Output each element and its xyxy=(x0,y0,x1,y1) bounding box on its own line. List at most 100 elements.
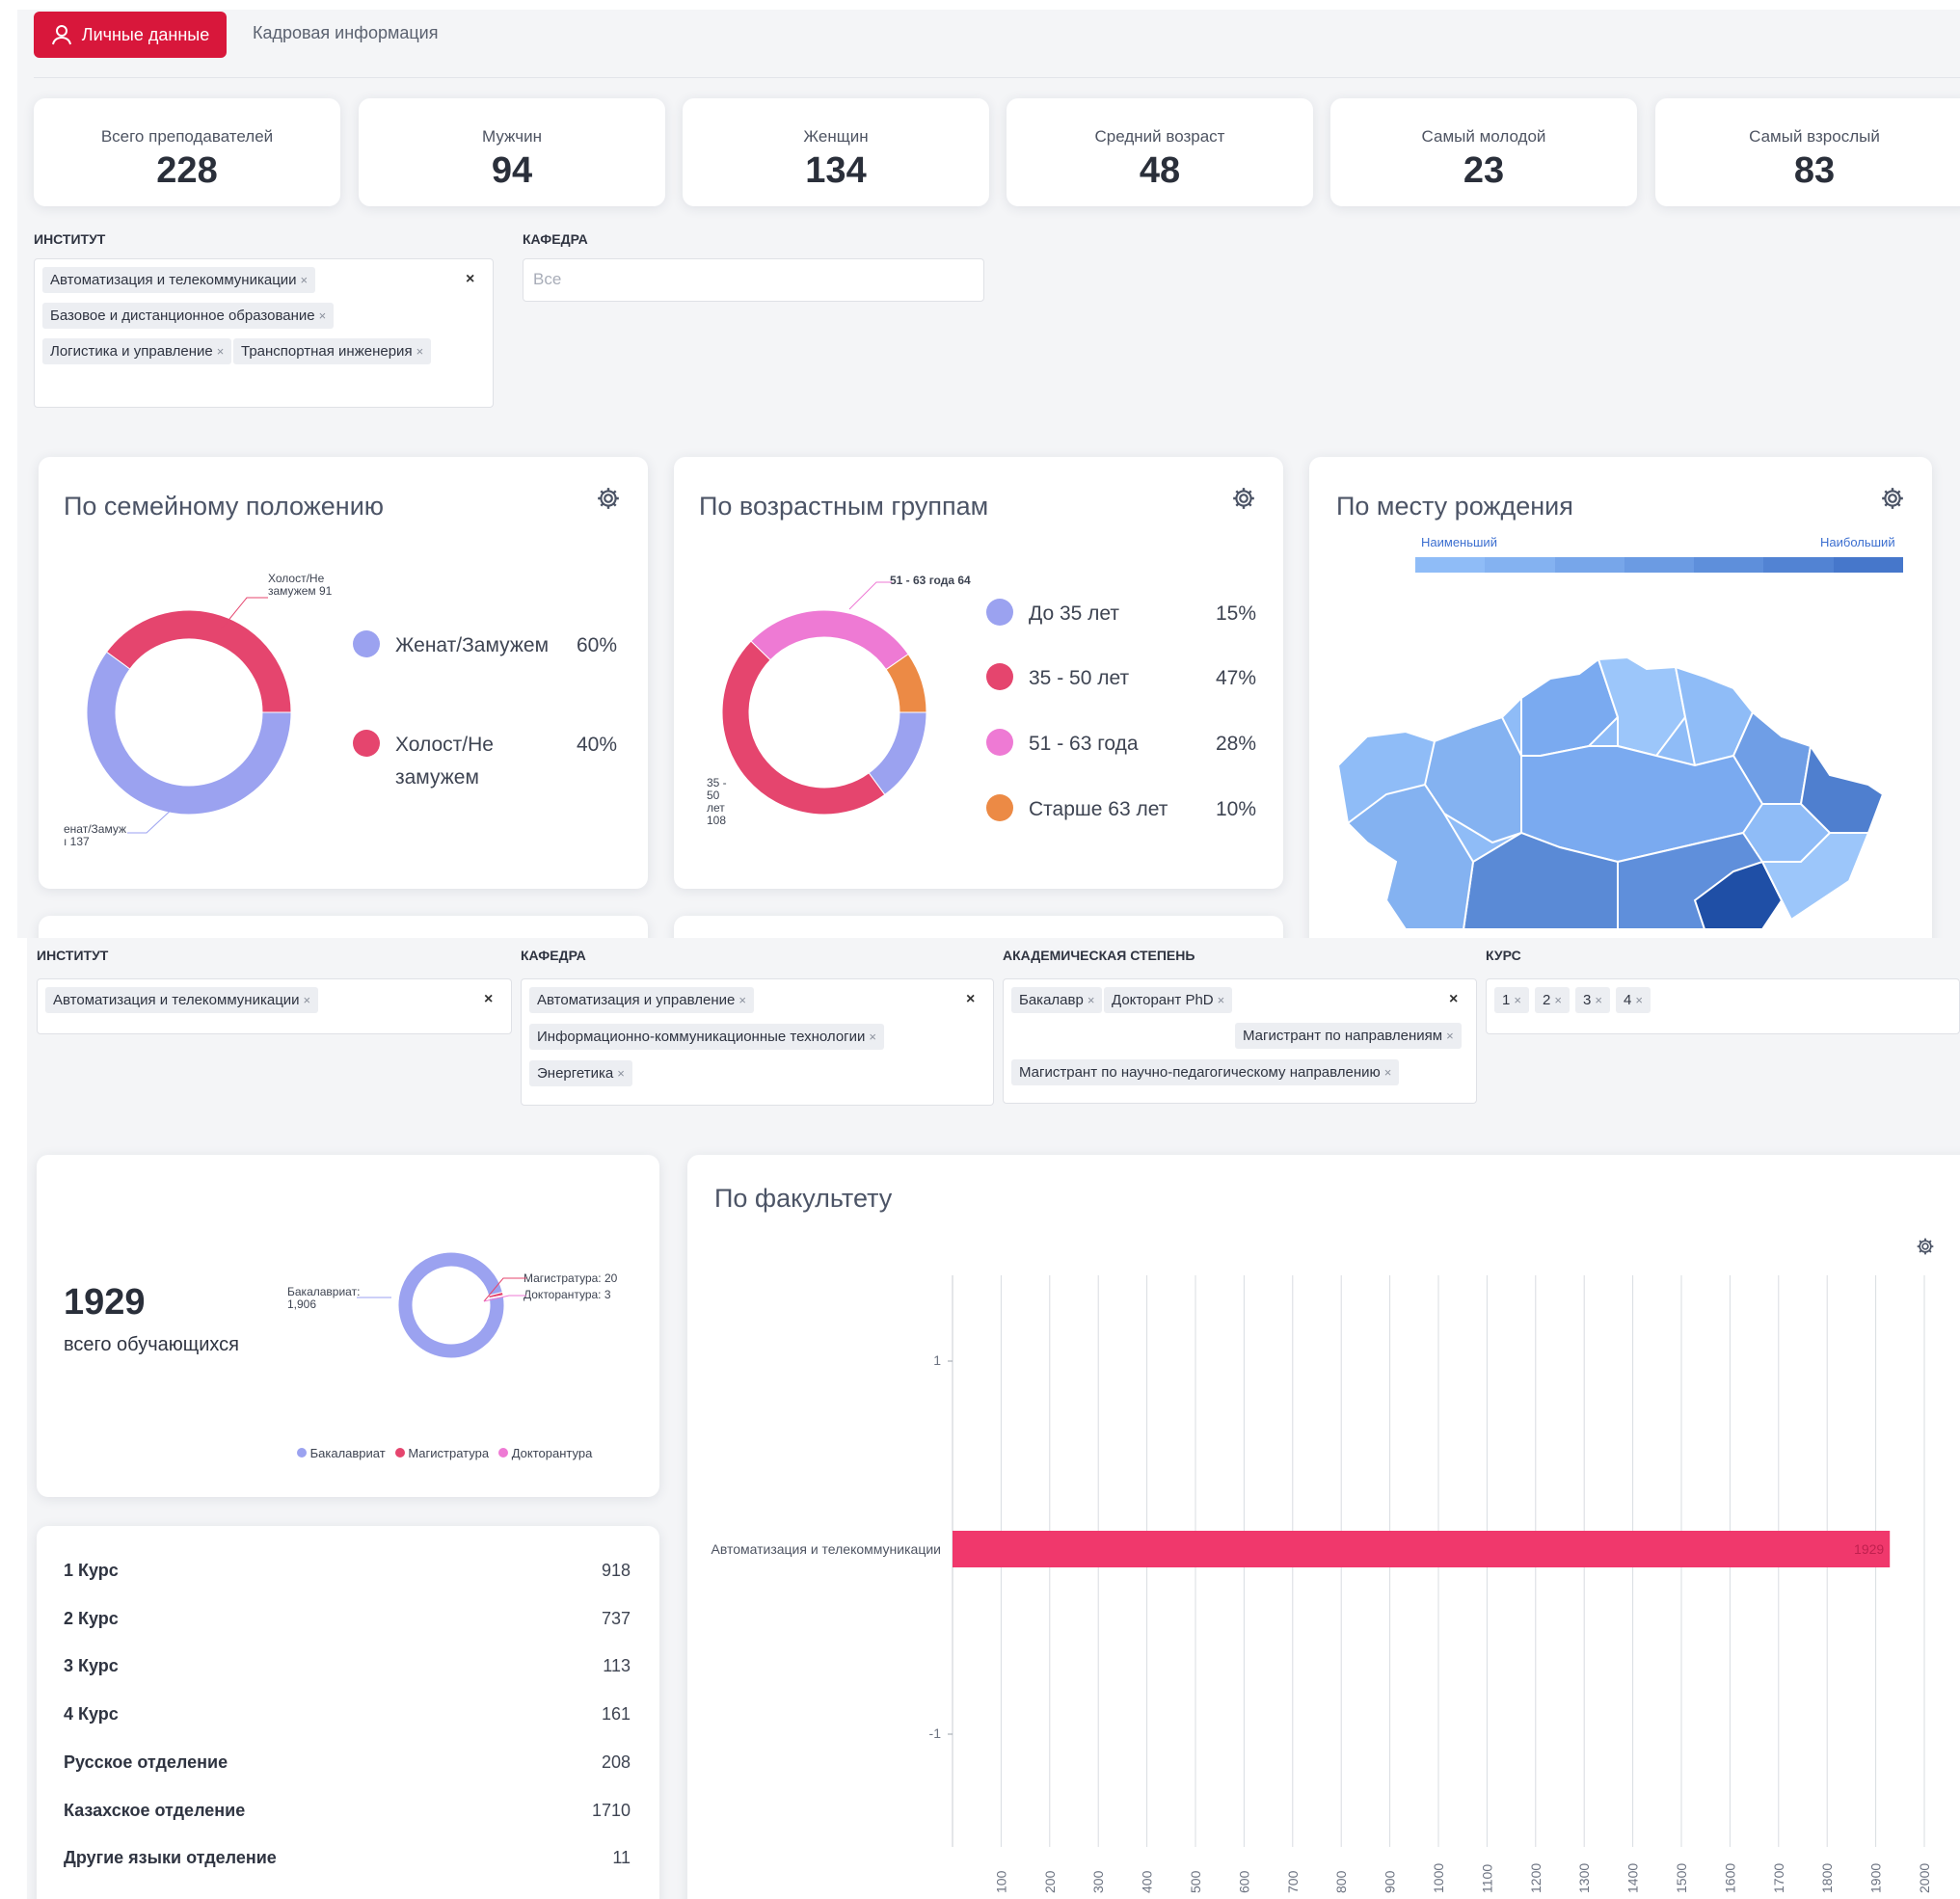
filter-chip[interactable]: 4 × xyxy=(1616,987,1651,1013)
next-card-peek xyxy=(39,916,648,938)
list-item-value: 11 xyxy=(612,1848,631,1867)
filter-chip[interactable]: 2 × xyxy=(1535,987,1570,1013)
filter-chip[interactable]: 1 × xyxy=(1494,987,1529,1013)
legend-percent: 60% xyxy=(576,634,617,656)
user-icon xyxy=(51,25,71,45)
callout-line xyxy=(221,597,268,629)
personal-data-dashboard: Личные данные Кадровая информация Всего … xyxy=(0,0,1960,938)
x-tick-label: 200 xyxy=(1042,1870,1058,1893)
kazakhstan-region-map[interactable] xyxy=(1329,640,1907,929)
list-item-value: 208 xyxy=(601,1752,631,1772)
stat-label: Всего преподавателей xyxy=(100,127,274,146)
legend-item[interactable]: Магистратура xyxy=(394,1446,489,1460)
age-donut xyxy=(722,609,926,816)
color-scale-bar xyxy=(1415,557,1903,573)
donut-slice-under-35[interactable] xyxy=(868,711,926,796)
legend-item[interactable]: Докторантура xyxy=(498,1446,592,1460)
stat-oldest: Самый взрослый 83 xyxy=(1655,98,1960,206)
x-tick-label: 1300 xyxy=(1576,1863,1592,1893)
legend-percent: 28% xyxy=(1215,733,1256,755)
degree-multiselect[interactable]: Бакалавр × Докторант PhD × Магистрант по н… xyxy=(1003,978,1477,1104)
department-filter-label: КАФЕДРА xyxy=(523,231,588,247)
x-tick-label: 900 xyxy=(1383,1870,1398,1893)
institute-multiselect[interactable]: Автоматизация и телекоммуникации × × xyxy=(37,978,512,1034)
filter-chip[interactable]: Энергетика × xyxy=(529,1060,632,1086)
filter-chip[interactable]: Информационно-коммуникационные технологи… xyxy=(529,1024,884,1050)
gear-icon[interactable] xyxy=(1231,486,1256,511)
donut-slice-35-50[interactable] xyxy=(722,640,886,816)
department-select[interactable]: Все xyxy=(523,258,984,302)
tab-personal-data[interactable]: Личные данные xyxy=(34,12,227,58)
filter-chip[interactable]: Докторант PhD × xyxy=(1104,987,1233,1013)
x-tick-label: 1100 xyxy=(1479,1864,1494,1893)
institute-multiselect[interactable]: Автоматизация и телекоммуникации × Базово… xyxy=(34,258,494,408)
institute-filter-label: ИНСТИТУТ xyxy=(37,948,109,963)
clear-selection-icon[interactable]: × xyxy=(466,271,474,288)
x-tick-label: 100 xyxy=(993,1870,1008,1893)
y-tick-label: 1 xyxy=(933,1352,941,1368)
bar-automation-telecom[interactable] xyxy=(953,1531,1891,1567)
legend-label: Холост/Не xyxy=(395,734,494,756)
x-tick-label: 1600 xyxy=(1722,1863,1737,1893)
callout-label: Бакалавриат: 1,906 xyxy=(287,1285,361,1311)
next-card-peek xyxy=(674,916,1283,938)
filter-chip[interactable]: Автоматизация и управление × xyxy=(529,987,754,1013)
stat-average-age: Средний возраст 48 xyxy=(1007,98,1313,206)
filter-chip[interactable]: Логистика и управление × xyxy=(42,338,232,364)
faculty-chart-card: По факультету 100 200 300 400 500 600 700 800 90… xyxy=(687,1155,1960,1899)
stat-value: 83 xyxy=(1793,150,1836,191)
department-multiselect[interactable]: Автоматизация и управление × Информационн… xyxy=(521,978,994,1106)
stat-label: Мужчин xyxy=(482,127,542,146)
stat-total-teachers: Всего преподавателей 228 xyxy=(34,98,340,206)
x-tick-label: 1400 xyxy=(1625,1863,1641,1893)
tabs-divider xyxy=(34,77,1960,78)
filter-chip[interactable]: Базовое и дистанционное образование × xyxy=(42,303,335,329)
list-item-label: 2 Курс xyxy=(64,1609,119,1628)
tab-hr-info[interactable]: Кадровая информация xyxy=(253,23,438,43)
filter-chip[interactable]: Автоматизация и телекоммуникации × xyxy=(42,267,316,293)
department-filter-label: КАФЕДРА xyxy=(521,948,586,963)
legend-dot xyxy=(353,730,380,757)
y-tick-label: -1 xyxy=(929,1725,942,1741)
gear-icon[interactable] xyxy=(596,486,621,511)
bar-data-label: 1929 xyxy=(1854,1541,1884,1557)
scale-min-label: Наименьший xyxy=(1421,535,1497,549)
faculty-bar-chart: 100 200 300 400 500 600 700 800 900 1000 1100 1200 1… xyxy=(711,1275,1932,1893)
legend-dot xyxy=(986,599,1013,626)
filter-chip[interactable]: 3 × xyxy=(1575,987,1610,1013)
students-dashboard: ИНСТИТУТ Автоматизация и телекоммуникаци… xyxy=(0,938,1960,1899)
legend-item[interactable]: Бакалавриат xyxy=(297,1446,386,1460)
x-tick-label: 600 xyxy=(1236,1870,1251,1893)
marital-status-card: По семейному положению Холост/Не замужем … xyxy=(39,457,648,889)
filter-chip[interactable]: Магистрант по направлениям × xyxy=(1235,1023,1462,1049)
birthplace-map-card: По месту рождения Наименьший Наибольший xyxy=(1309,457,1932,938)
category-label: Автоматизация и телекоммуникации xyxy=(711,1541,941,1557)
filter-chip[interactable]: Автоматизация и телекоммуникации × xyxy=(45,987,319,1013)
clear-selection-icon[interactable]: × xyxy=(1449,991,1458,1008)
students-total-value: 1929 xyxy=(64,1282,146,1323)
students-total-label: всего обучающихся xyxy=(64,1334,239,1355)
filter-chip[interactable]: Бакалавр × xyxy=(1011,987,1103,1013)
course-filter-label: КУРС xyxy=(1486,948,1521,963)
stat-women: Женщин 134 xyxy=(683,98,989,206)
students-total-card: 1929 всего обучающихся Бакалавриат: 1,906… xyxy=(37,1155,659,1497)
stat-value: 94 xyxy=(491,150,533,191)
stat-label: Средний возраст xyxy=(1094,127,1225,146)
filter-chip[interactable]: Транспортная инженерия × xyxy=(233,338,432,364)
gear-icon[interactable] xyxy=(1880,486,1905,511)
degree-filter-label: АКАДЕМИЧЕСКАЯ СТЕПЕНЬ xyxy=(1003,948,1195,963)
list-item-label: Казахское отделение xyxy=(64,1801,246,1820)
clear-selection-icon[interactable]: × xyxy=(484,991,493,1008)
stat-youngest: Самый молодой 23 xyxy=(1330,98,1637,206)
legend-dot xyxy=(986,663,1013,690)
course-multiselect[interactable]: 1 × 2 × 3 × 4 × xyxy=(1486,978,1960,1034)
clear-selection-icon[interactable]: × xyxy=(966,991,975,1008)
callout-label: 35 -50 лет 108 xyxy=(707,776,727,827)
callout-line xyxy=(848,581,892,610)
list-item-value: 918 xyxy=(601,1561,631,1580)
x-tick-label: 1000 xyxy=(1431,1863,1446,1893)
filter-chip[interactable]: Магистрант по научно-педагогическому нап… xyxy=(1011,1059,1400,1085)
stat-value: 134 xyxy=(805,150,867,191)
x-tick-label: 800 xyxy=(1333,1870,1349,1893)
donut-slice-51-63[interactable] xyxy=(750,609,909,671)
